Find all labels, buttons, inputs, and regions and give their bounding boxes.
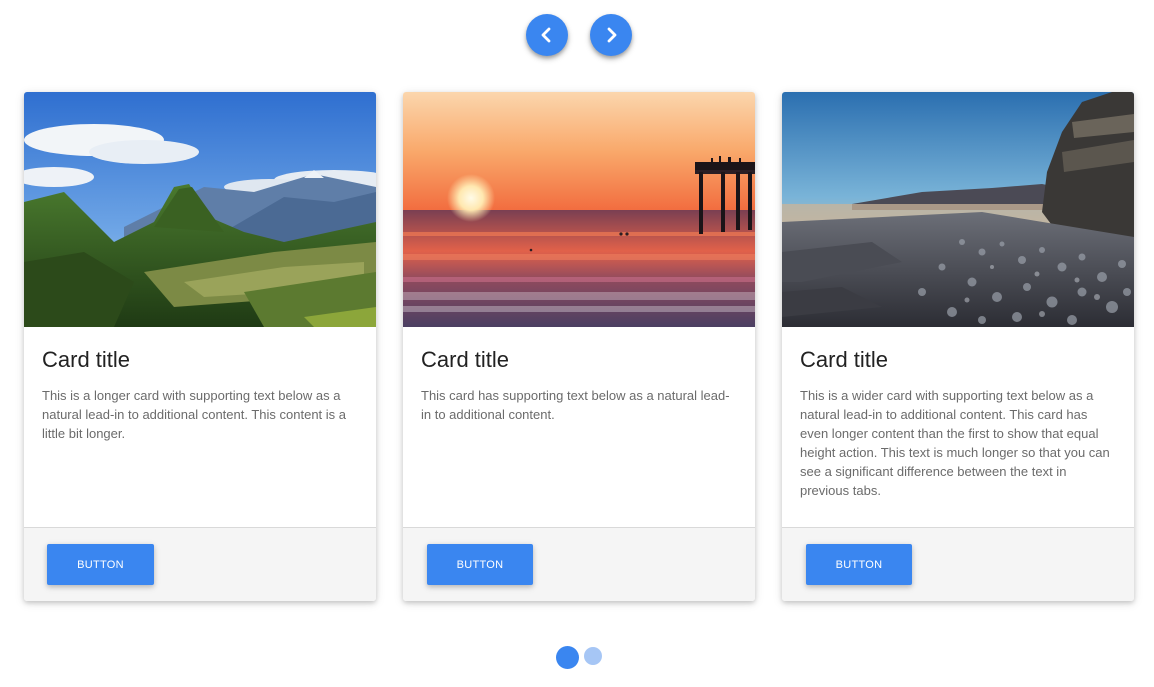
card-button[interactable]: BUTTON: [47, 544, 154, 585]
card-text: This is a longer card with supporting te…: [42, 388, 347, 441]
card-body: Card title This card has supporting text…: [403, 327, 755, 527]
card-image-mountain: [24, 92, 376, 327]
card-title: Card title: [800, 347, 889, 372]
card: Card title This is a wider card with sup…: [782, 92, 1134, 601]
carousel-page: Card title This is a longer card with su…: [0, 0, 1154, 687]
card-body: Card title This is a wider card with sup…: [782, 327, 1134, 527]
card-button[interactable]: BUTTON: [806, 544, 912, 585]
chevron-left-icon: [541, 27, 551, 43]
card-footer: BUTTON: [403, 527, 755, 601]
card-button[interactable]: BUTTON: [427, 544, 533, 585]
card-row: Card title This is a longer card with su…: [0, 92, 1154, 602]
chevron-right-icon: [607, 27, 617, 43]
card-title: Card title: [42, 347, 131, 372]
card-footer: BUTTON: [24, 527, 376, 601]
card-image-sunset-pier: [403, 92, 755, 327]
card: Card title This card has supporting text…: [403, 92, 755, 601]
pagination-dot-active[interactable]: [556, 646, 579, 669]
next-slide-button[interactable]: [590, 14, 632, 56]
card-text: This card has supporting text below as a…: [421, 388, 730, 422]
previous-slide-button[interactable]: [526, 14, 568, 56]
card-body: Card title This is a longer card with su…: [24, 327, 376, 527]
card: Card title This is a longer card with su…: [24, 92, 376, 601]
card-footer: BUTTON: [782, 527, 1134, 601]
pagination-dot[interactable]: [584, 647, 602, 665]
card-title: Card title: [421, 347, 510, 372]
card-text: This is a wider card with supporting tex…: [800, 388, 1110, 498]
carousel-controls: [0, 14, 1154, 56]
card-image-rocky-shore: [782, 92, 1134, 327]
